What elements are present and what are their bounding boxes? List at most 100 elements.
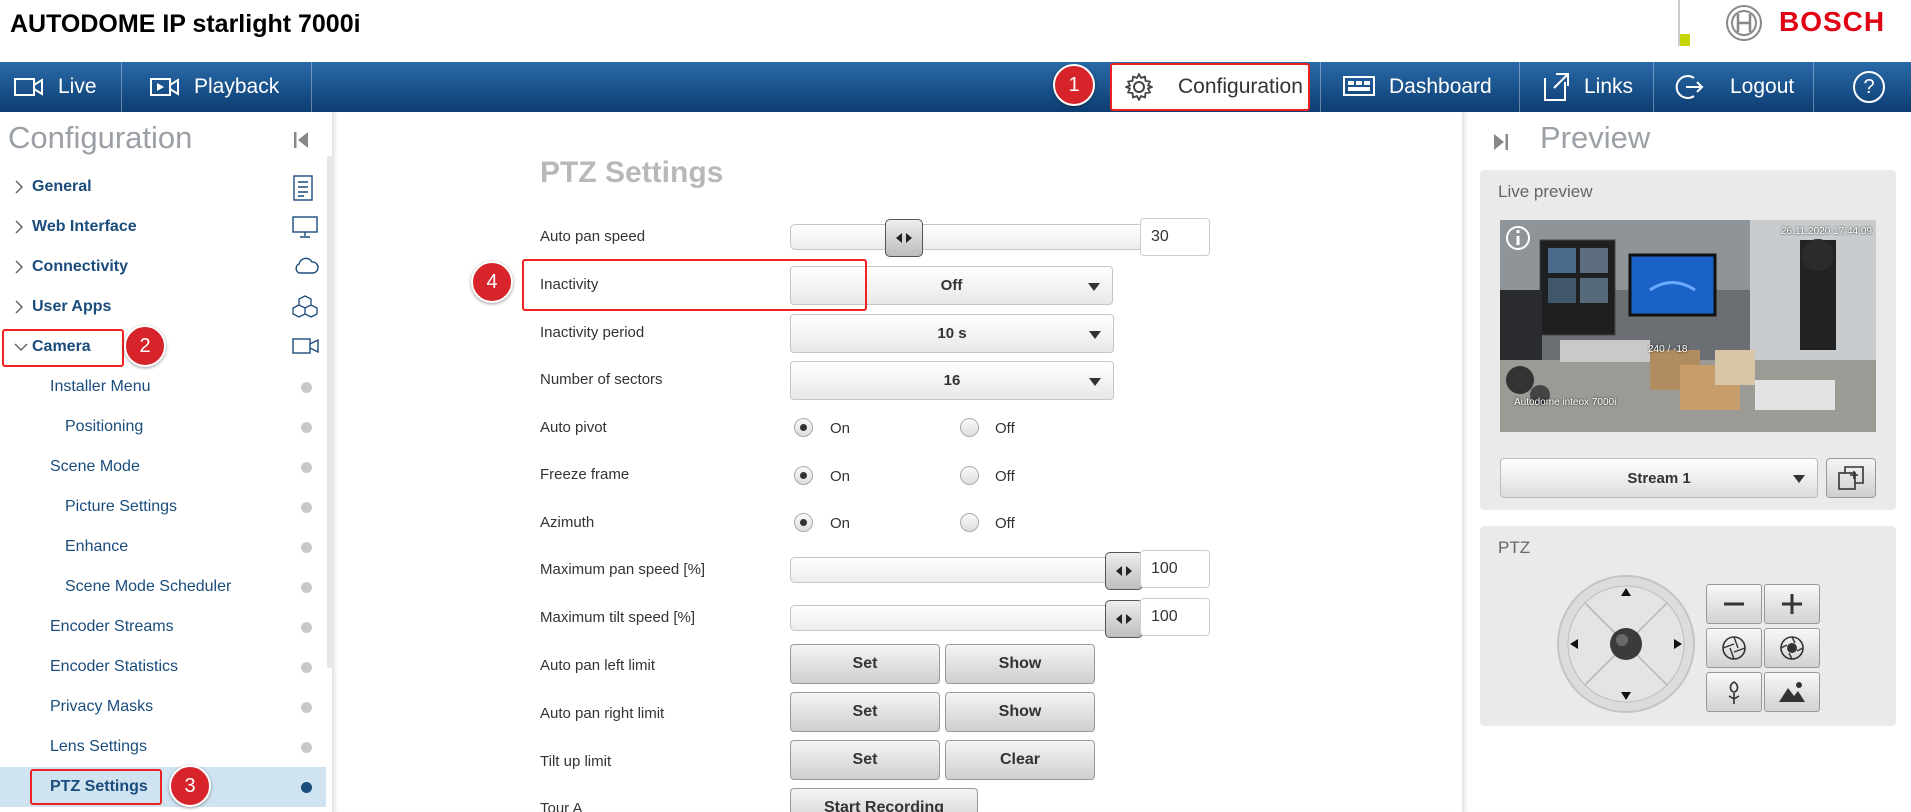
max-tilt-speed-slider[interactable]	[790, 600, 1144, 638]
auto-pan-speed-value[interactable]: 30	[1140, 218, 1210, 256]
slider-handle[interactable]	[1105, 552, 1143, 590]
sidebar-item-privacy-masks[interactable]: Privacy Masks	[0, 687, 326, 727]
nav-dashboard-label: Dashboard	[1389, 75, 1492, 98]
nav-dashboard[interactable]: Dashboard	[1320, 62, 1520, 112]
video-camera-name-overlay: Autodome inteox 7000i	[1514, 397, 1617, 408]
sidebar-item-label: Installer Menu	[50, 378, 151, 395]
azimuth-off-radio[interactable]	[960, 513, 979, 532]
dropdown-arrow-icon	[1088, 283, 1100, 291]
azimuth-on-radio[interactable]	[794, 513, 813, 532]
ptz-joystick[interactable]	[1556, 574, 1696, 714]
ptz-title: PTZ	[1498, 538, 1531, 557]
page-title: PTZ Settings	[540, 156, 724, 189]
sidebar-item-label: Positioning	[65, 418, 144, 435]
sidebar-item-label: General	[32, 178, 92, 195]
sidebar-item-lens-settings[interactable]: Lens Settings	[0, 727, 326, 767]
auto-pan-left-set-button[interactable]: Set	[790, 644, 940, 684]
freeze-frame-on-label: On	[830, 468, 851, 485]
sidebar-item-encoder-streams[interactable]: Encoder Streams	[0, 607, 326, 647]
zoom-out-button[interactable]	[1706, 584, 1762, 624]
main-nav: Live Playback Configuration Dashboard Li…	[0, 62, 1911, 112]
sidebar-item-enhance[interactable]: Enhance	[0, 527, 326, 567]
nav-playback[interactable]: Playback	[122, 62, 312, 112]
nav-playback-label: Playback	[194, 75, 280, 98]
inactivity-period-label: Inactivity period	[540, 324, 645, 341]
help-icon: ?	[1853, 71, 1885, 103]
status-dot	[301, 782, 312, 793]
auto-pivot-on-label: On	[830, 420, 851, 437]
auto-pan-right-set-button[interactable]: Set	[790, 692, 940, 732]
nav-links[interactable]: Links	[1520, 62, 1654, 112]
sidebar-item-web-interface[interactable]: Web Interface	[0, 207, 326, 247]
sidebar-item-general[interactable]: General	[0, 167, 326, 207]
tilt-up-clear-button[interactable]: Clear	[945, 740, 1095, 780]
annotation-badge-4: 4	[471, 261, 513, 303]
chevron-right-icon	[15, 300, 24, 314]
nav-logout[interactable]: Logout	[1654, 62, 1814, 112]
iris-open-button[interactable]	[1764, 628, 1820, 668]
sidebar-item-picture-settings[interactable]: Picture Settings	[0, 487, 326, 527]
collapse-sidebar-icon[interactable]	[292, 130, 310, 150]
status-dot	[301, 742, 312, 753]
freeze-frame-off-radio[interactable]	[960, 466, 979, 485]
app-root: AUTODOME IP starlight 7000i BOSCH Live P…	[0, 0, 1911, 812]
sidebar-item-scene-mode-scheduler[interactable]: Scene Mode Scheduler	[0, 567, 326, 607]
freeze-frame-label: Freeze frame	[540, 466, 630, 483]
auto-pan-speed-slider[interactable]	[790, 219, 1144, 257]
status-dot	[301, 502, 312, 513]
focus-far-button[interactable]	[1764, 672, 1820, 712]
status-dot	[301, 582, 312, 593]
tour-a-start-recording-button[interactable]: Start Recording	[790, 788, 978, 812]
auto-pivot-on-radio[interactable]	[794, 418, 813, 437]
live-preview-title: Live preview	[1498, 182, 1593, 201]
sidebar-item-label: Connectivity	[32, 258, 129, 275]
auto-pan-right-limit-label: Auto pan right limit	[540, 705, 665, 722]
focus-near-button[interactable]	[1706, 672, 1762, 712]
expand-panel-icon[interactable]	[1492, 132, 1510, 152]
sidebar-item-encoder-statistics[interactable]: Encoder Statistics	[0, 647, 326, 687]
freeze-frame-on-radio[interactable]	[794, 466, 813, 485]
playback-icon	[150, 78, 179, 96]
open-stream-window-button[interactable]	[1826, 458, 1876, 498]
tour-a-label: Tour A	[540, 800, 583, 812]
sidebar-item-user-apps[interactable]: User Apps	[0, 287, 326, 327]
inactivity-period-select[interactable]: 10 s	[790, 314, 1114, 353]
tilt-up-set-button[interactable]: Set	[790, 740, 940, 780]
zoom-in-button[interactable]	[1764, 584, 1820, 624]
nav-live[interactable]: Live	[0, 62, 122, 112]
annotation-badge-1: 1	[1053, 64, 1095, 106]
auto-pan-left-show-button[interactable]: Show	[945, 644, 1095, 684]
camera-highlight-box	[2, 329, 124, 367]
live-video-feed[interactable]: 26.11.2020 17:44:09 240 / -18 Autodome i…	[1500, 220, 1876, 432]
arrows-horizontal-icon	[896, 233, 912, 243]
nav-configuration[interactable]: Configuration	[1110, 63, 1310, 111]
inactivity-period-value: 10 s	[937, 325, 967, 342]
max-tilt-speed-value[interactable]: 100	[1140, 598, 1210, 636]
auto-pan-left-limit-label: Auto pan left limit	[540, 657, 656, 674]
iris-close-button[interactable]	[1706, 628, 1762, 668]
document-list-icon	[293, 175, 313, 201]
slider-handle[interactable]	[885, 219, 923, 257]
max-pan-speed-value[interactable]: 100	[1140, 550, 1210, 588]
status-dot	[301, 622, 312, 633]
stream-select[interactable]: Stream 1	[1500, 458, 1818, 498]
sidebar-item-scene-mode[interactable]: Scene Mode	[0, 447, 326, 487]
number-of-sectors-select[interactable]: 16	[790, 361, 1114, 400]
sidebar-item-label: Lens Settings	[50, 738, 147, 755]
slider-handle[interactable]	[1105, 600, 1143, 638]
status-dot	[301, 422, 312, 433]
status-dot	[301, 542, 312, 553]
preview-title: Preview	[1540, 120, 1651, 155]
auto-pivot-off-radio[interactable]	[960, 418, 979, 437]
auto-pan-right-show-button[interactable]: Show	[945, 692, 1095, 732]
annotation-badge-2: 2	[124, 325, 166, 367]
nav-help[interactable]: ?	[1814, 62, 1911, 112]
status-dot	[301, 382, 312, 393]
chevron-right-icon	[15, 260, 24, 274]
flower-macro-icon	[1728, 681, 1740, 704]
sidebar-item-installer-menu[interactable]: Installer Menu	[0, 367, 326, 407]
max-pan-speed-slider[interactable]	[790, 552, 1144, 590]
sidebar-item-connectivity[interactable]: Connectivity	[0, 247, 326, 287]
sidebar-item-positioning[interactable]: Positioning	[0, 407, 326, 447]
inactivity-highlight-box	[522, 259, 867, 311]
